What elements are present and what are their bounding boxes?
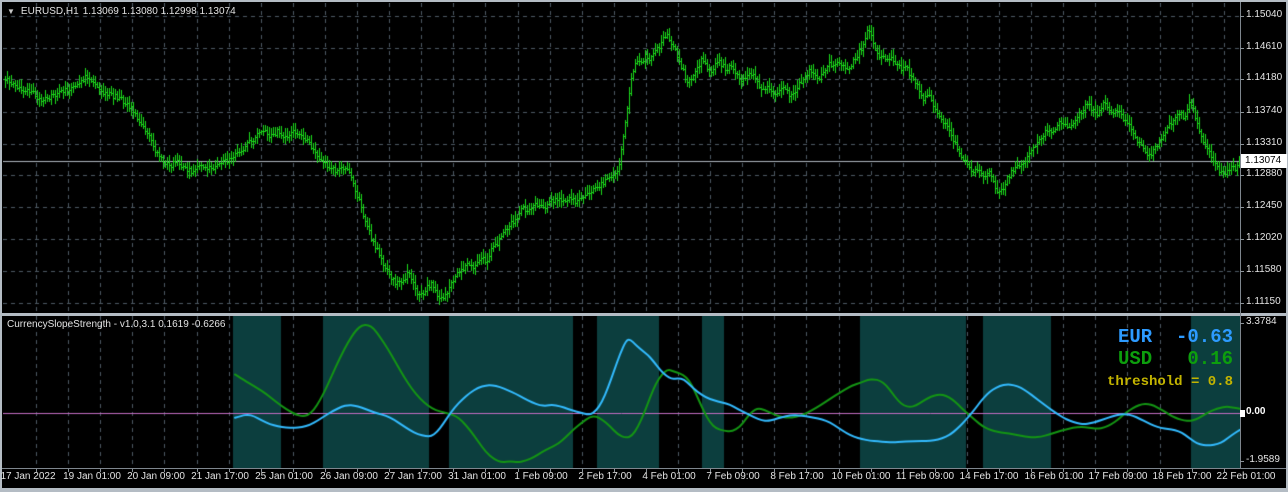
- indicator-axis-tick: [1240, 323, 1244, 324]
- indicator-axis-zero-label: 0.00: [1246, 406, 1266, 417]
- indicator-chart-canvas[interactable]: [3, 316, 1240, 468]
- symbol-period: EURUSD,H1: [20, 6, 79, 17]
- indicator-title: CurrencySlopeStrength - v1.0,3.1 0.1619 …: [7, 319, 226, 330]
- price-chart-canvas[interactable]: [3, 3, 1240, 313]
- ohlc-values: 1.13069 1.13080 1.12998 1.13074: [82, 6, 236, 17]
- legend-usd-value: 0.16: [1187, 348, 1233, 370]
- current-price-tag: 1.13074: [1241, 154, 1287, 168]
- indicator-legend: EUR -0.63 USD 0.16 threshold = 0.8: [1100, 326, 1233, 390]
- indicator-axis-max-label: 3.3784: [1246, 316, 1277, 327]
- legend-threshold: threshold = 0.8: [1106, 374, 1233, 390]
- legend-eur-value: -0.63: [1175, 326, 1233, 348]
- time-axis[interactable]: 17 Jan 2022 19 Jan 01:00 20 Jan 09:00 21 Ja…: [0, 469, 1288, 488]
- indicator-zero-tick: [1240, 410, 1245, 417]
- mt4-chart-window: ▼ EURUSD,H1 1.13069 1.13080 1.12998 1.1307…: [0, 0, 1288, 492]
- symbol-dropdown-icon[interactable]: ▼: [7, 7, 15, 16]
- legend-usd-label: USD: [1118, 348, 1153, 370]
- chart-title: ▼ EURUSD,H1 1.13069 1.13080 1.12998 1.1307…: [7, 6, 240, 17]
- legend-eur-label: EUR: [1118, 326, 1153, 348]
- legend-eur-row: EUR -0.63: [1100, 326, 1233, 348]
- indicator-axis-tick: [1240, 461, 1244, 462]
- indicator-axis[interactable]: 3.3784 0.00 -1.9589: [1240, 2, 1286, 468]
- time-axis-label: 22 Feb 01:00: [1216, 471, 1276, 482]
- legend-usd-row: USD 0.16: [1100, 348, 1233, 370]
- pane-separator[interactable]: [2, 313, 1286, 316]
- indicator-axis-min-label: -1.9589: [1246, 454, 1280, 465]
